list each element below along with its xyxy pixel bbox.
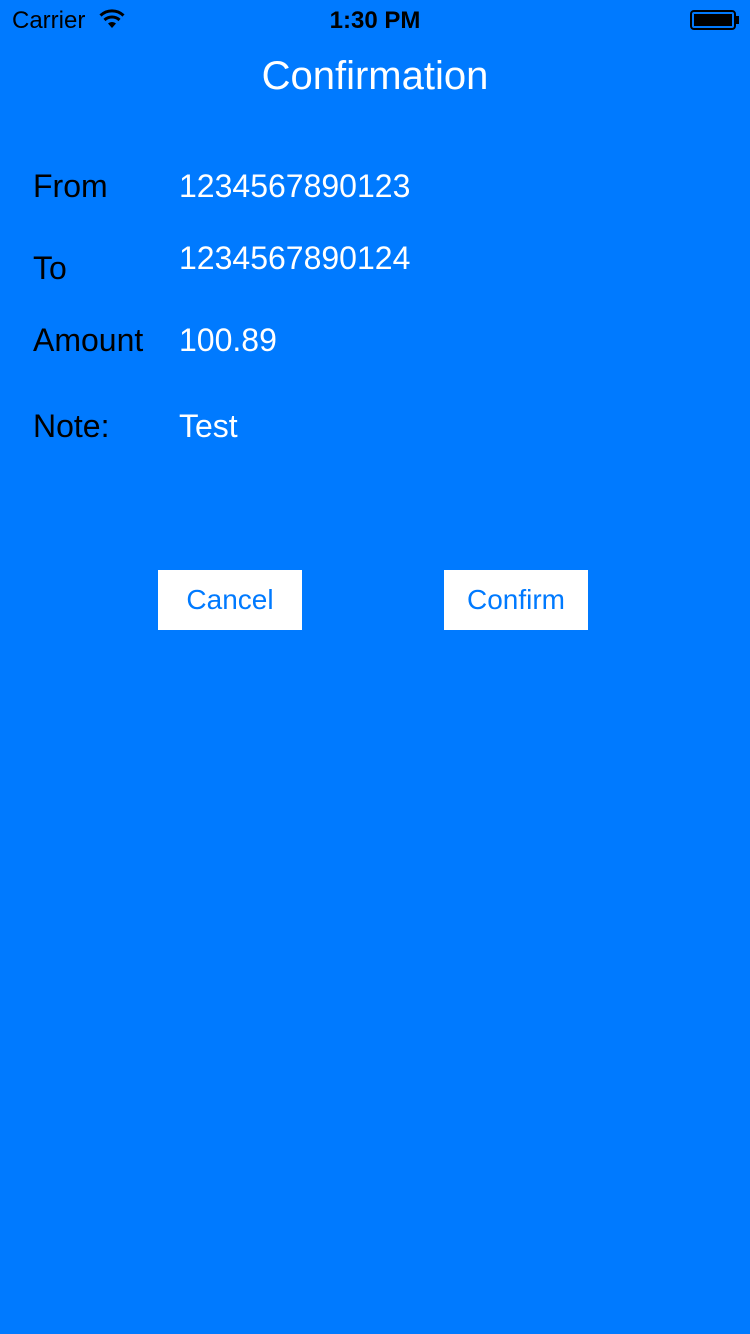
confirm-button[interactable]: Confirm: [444, 570, 588, 630]
to-value: 1234567890124: [179, 240, 411, 276]
to-label: To: [33, 250, 67, 286]
cancel-button[interactable]: Cancel: [158, 570, 302, 630]
status-bar: Carrier 1:30 PM: [0, 0, 750, 40]
amount-label: Amount: [33, 322, 144, 358]
battery-icon: [690, 10, 739, 30]
page-title: Confirmation: [261, 54, 489, 98]
from-label: From: [33, 168, 108, 204]
amount-value: 100.89: [179, 322, 277, 358]
status-time: 1:30 PM: [329, 7, 421, 34]
note-value: Test: [179, 408, 238, 444]
note-label: Note:: [33, 408, 110, 444]
from-value: 1234567890123: [179, 168, 411, 204]
